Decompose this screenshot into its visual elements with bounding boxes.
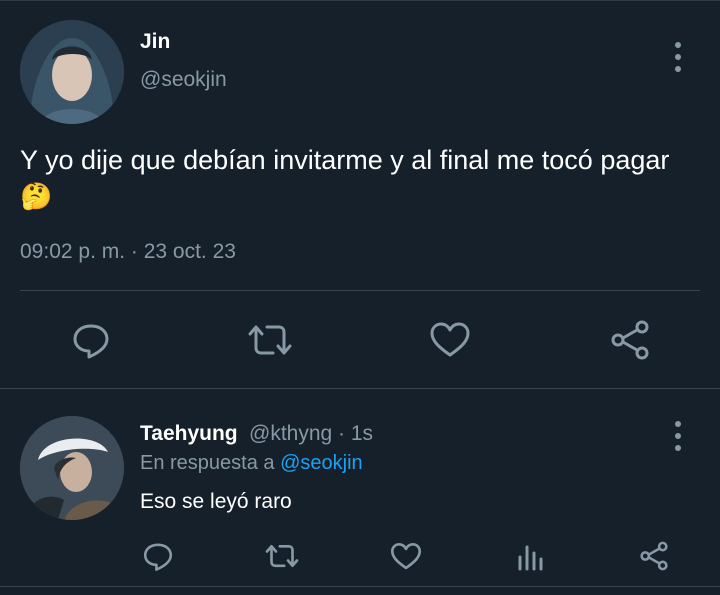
reply-share-icon[interactable]: [638, 540, 670, 572]
share-icon[interactable]: [608, 318, 652, 362]
thinking-face-emoji: 🤔: [20, 181, 53, 211]
analytics-icon[interactable]: [515, 541, 545, 571]
divider: [20, 290, 700, 291]
avatar[interactable]: [20, 20, 124, 124]
reply-author-handle[interactable]: @kthyng: [249, 422, 332, 445]
reply-author-name[interactable]: Taehyung: [140, 422, 238, 446]
reply-avatar[interactable]: [20, 416, 124, 520]
reply-time[interactable]: · 1s: [338, 422, 373, 445]
reply-retweet-icon[interactable]: [264, 541, 300, 571]
main-tweet: Jin @seokjin Y yo dije que debían invita…: [0, 0, 720, 388]
in-reply-to-label: En respuesta a: [140, 452, 275, 474]
in-reply-to: En respuesta a @seokjin: [140, 452, 363, 475]
in-reply-to-mention[interactable]: @seokjin: [280, 452, 363, 474]
tweet-body: Y yo dije que debían invitarme y al fina…: [20, 145, 670, 175]
reply-icon[interactable]: [70, 320, 112, 360]
reply-reply-icon[interactable]: [142, 540, 174, 572]
reply-header-meta: @kthyng · 1s: [249, 422, 373, 446]
bottom-divider: [0, 586, 720, 587]
tweet-timestamp[interactable]: 09:02 p. m. · 23 oct. 23: [20, 240, 236, 264]
author-name[interactable]: Jin: [140, 30, 170, 54]
more-options-icon[interactable]: [668, 42, 688, 72]
reply-text: Eso se leyó raro: [140, 490, 292, 513]
author-handle[interactable]: @seokjin: [140, 68, 227, 92]
reply-more-options-icon[interactable]: [668, 421, 688, 451]
reply-like-icon[interactable]: [389, 541, 423, 571]
section-divider: [0, 388, 720, 389]
tweet-text: Y yo dije que debían invitarme y al fina…: [20, 142, 710, 214]
retweet-icon[interactable]: [246, 320, 294, 360]
like-icon[interactable]: [428, 320, 472, 360]
